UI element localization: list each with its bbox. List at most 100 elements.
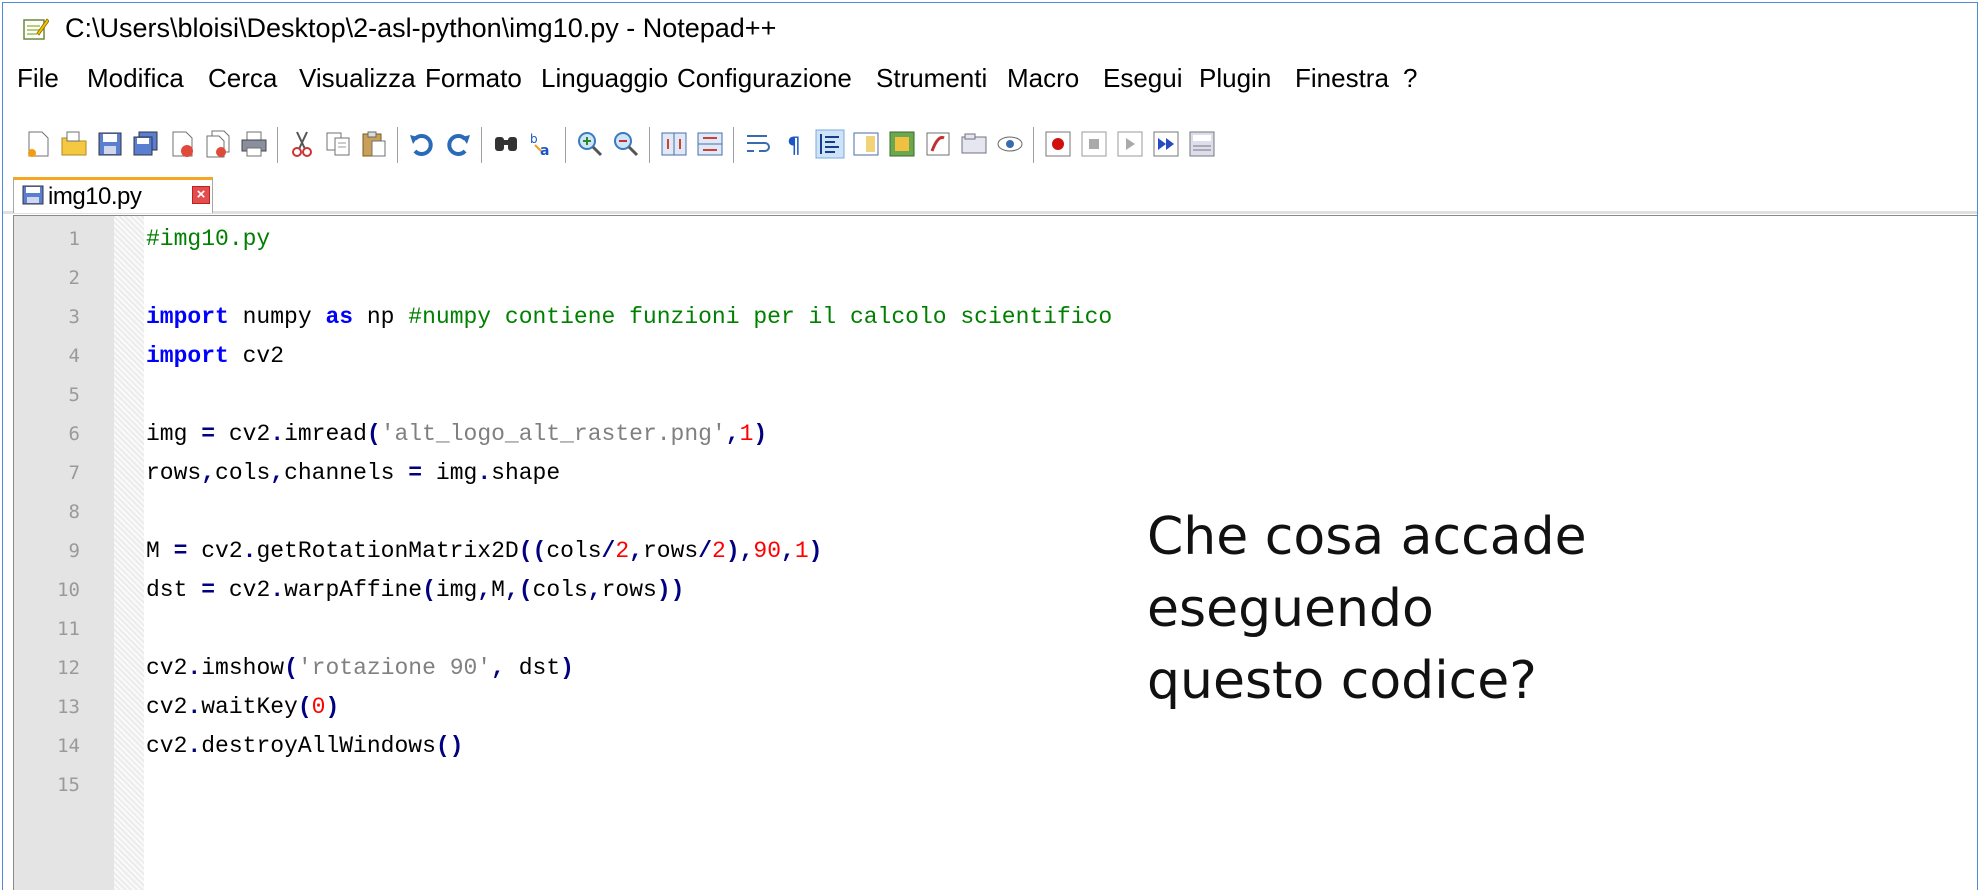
line-number: 11	[57, 618, 80, 640]
menu-help[interactable]: ?	[1403, 63, 1417, 94]
menu-cerca[interactable]: Cerca	[208, 63, 277, 94]
save-all-icon[interactable]	[131, 129, 161, 159]
line-number: 12	[57, 657, 80, 679]
code-token: cv2	[187, 538, 243, 564]
save-macro-icon[interactable]	[1187, 129, 1217, 159]
play-macro-icon[interactable]	[1115, 129, 1145, 159]
menu-modifica[interactable]: Modifica	[87, 63, 184, 94]
undo-icon[interactable]	[407, 129, 437, 159]
code-token: ))	[656, 577, 685, 603]
code-token: (	[284, 655, 298, 681]
indent-guide-icon[interactable]	[815, 129, 845, 159]
svg-text:¶: ¶	[787, 134, 801, 159]
code-token: (	[518, 577, 533, 603]
menu-formato[interactable]: Formato	[425, 63, 522, 94]
question-line-2: eseguendo	[1147, 579, 1434, 639]
run-macro-multiple-icon[interactable]	[1151, 129, 1181, 159]
code-token: ,	[781, 538, 795, 564]
fold-margin	[114, 216, 144, 890]
code-token: cv2	[215, 577, 271, 603]
toolbar-separator	[481, 127, 482, 163]
function-list-icon[interactable]	[887, 129, 917, 159]
replace-icon[interactable]: ba	[527, 129, 557, 159]
question-line-1: Che cosa accade	[1147, 507, 1587, 567]
menu-configurazione[interactable]: Configurazione	[677, 63, 852, 94]
code-editor[interactable]: 1 #img10.py 2 3 import numpy as np #numpy co…	[13, 215, 1977, 890]
menu-esegui[interactable]: Esegui	[1103, 63, 1183, 94]
code-token: #numpy contiene funzioni per il calcolo …	[408, 304, 1113, 330]
menu-visualizza[interactable]: Visualizza	[299, 63, 416, 94]
notepadpp-app-icon	[23, 18, 49, 40]
menu-linguaggio[interactable]: Linguaggio	[541, 63, 668, 94]
tab-img10-py[interactable]: img10.py ×	[13, 177, 213, 213]
code-line: cv2.waitKey(0)	[146, 694, 339, 720]
monitoring-icon[interactable]	[959, 129, 989, 159]
word-wrap-icon[interactable]	[743, 129, 773, 159]
zoom-out-icon[interactable]	[611, 129, 641, 159]
notepadpp-window: C:\Users\bloisi\Desktop\2-asl-python\img…	[2, 2, 1978, 890]
code-token: cv2	[215, 421, 271, 447]
code-token: M	[146, 538, 174, 564]
code-token: ,	[477, 577, 492, 603]
toolbar-separator	[397, 127, 398, 163]
code-token: ,	[270, 460, 285, 486]
document-map-icon[interactable]	[851, 129, 881, 159]
save-icon[interactable]	[95, 129, 125, 159]
code-token: )	[808, 538, 823, 564]
menu-macro[interactable]: Macro	[1007, 63, 1079, 94]
show-all-chars-icon[interactable]: ¶	[779, 129, 809, 159]
menu-plugin[interactable]: Plugin	[1199, 63, 1271, 94]
code-line: dst = cv2.warpAffine(img,M,(cols,rows))	[146, 577, 684, 603]
line-number: 1	[68, 228, 80, 250]
close-all-icon[interactable]	[203, 129, 233, 159]
toolbar-separator	[733, 127, 734, 163]
record-macro-icon[interactable]	[1043, 129, 1073, 159]
code-line: cv2.imshow('rotazione 90', dst)	[146, 655, 574, 681]
line-number: 7	[68, 462, 80, 484]
code-token: ()	[435, 733, 464, 759]
redo-icon[interactable]	[443, 129, 473, 159]
code-token: )	[325, 694, 340, 720]
code-token: dst	[504, 655, 561, 681]
menu-finestra[interactable]: Finestra	[1295, 63, 1389, 94]
window-title: C:\Users\bloisi\Desktop\2-asl-python\img…	[65, 13, 777, 43]
print-icon[interactable]	[239, 129, 269, 159]
code-token: rows	[146, 460, 202, 486]
menu-file[interactable]: File	[17, 63, 59, 94]
line-number: 4	[68, 345, 80, 367]
folder-workspace-icon[interactable]	[923, 129, 953, 159]
close-icon[interactable]	[167, 129, 197, 159]
zoom-in-icon[interactable]	[575, 129, 605, 159]
code-token: /	[698, 538, 712, 564]
line-number: 10	[57, 579, 80, 601]
code-line: img = cv2.imread('alt_logo_alt_raster.pn…	[146, 421, 767, 447]
code-token: import	[146, 304, 229, 330]
code-token: .	[187, 733, 202, 759]
code-line: rows,cols,channels = img.shape	[146, 460, 560, 486]
paste-icon[interactable]	[359, 129, 389, 159]
open-file-icon[interactable]	[59, 129, 89, 159]
code-token: .	[187, 655, 202, 681]
title-bar: C:\Users\bloisi\Desktop\2-asl-python\img…	[3, 3, 1977, 53]
find-icon[interactable]	[491, 129, 521, 159]
line-number: 13	[57, 696, 80, 718]
toolbar-separator	[277, 127, 278, 163]
code-token: ,	[629, 538, 643, 564]
menu-strumenti[interactable]: Strumenti	[876, 63, 987, 94]
stop-record-icon[interactable]	[1079, 129, 1109, 159]
sync-horizontal-icon[interactable]	[695, 129, 725, 159]
tab-close-icon[interactable]: ×	[192, 186, 210, 204]
sync-vertical-icon[interactable]	[659, 129, 689, 159]
eye-icon[interactable]	[995, 129, 1025, 159]
code-line: cv2.destroyAllWindows()	[146, 733, 463, 759]
cut-icon[interactable]	[287, 129, 317, 159]
code-token: warpAffine	[284, 577, 423, 603]
code-token: cv2	[146, 733, 188, 759]
copy-icon[interactable]	[323, 129, 353, 159]
code-token: dst	[146, 577, 202, 603]
code-token: ((	[518, 538, 547, 564]
code-token: img	[146, 421, 202, 447]
code-line: M = cv2.getRotationMatrix2D((cols/2,rows…	[146, 538, 822, 564]
new-file-icon[interactable]	[23, 129, 53, 159]
question-overlay: Che cosa accade eseguendo questo codice?	[1147, 501, 1587, 717]
